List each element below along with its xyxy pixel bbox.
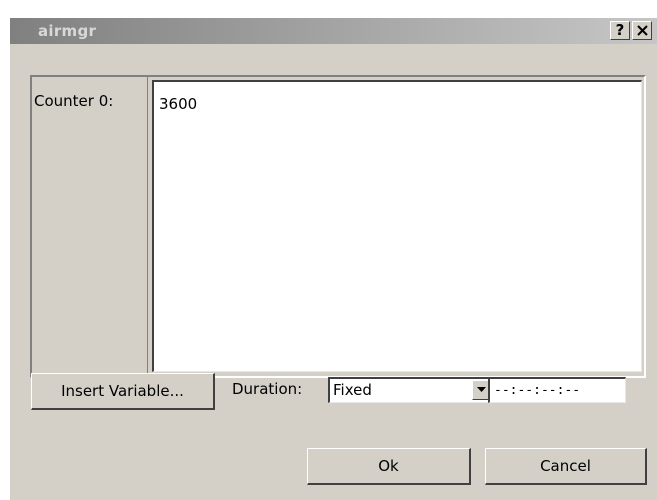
help-button[interactable]: ?: [610, 21, 630, 40]
close-icon: [636, 25, 648, 36]
duration-label: Duration:: [232, 380, 303, 398]
insert-variable-button[interactable]: Insert Variable...: [31, 373, 215, 410]
duration-select-value: Fixed: [333, 381, 372, 399]
duration-select[interactable]: Fixed: [328, 377, 493, 403]
counter-divider: [147, 77, 148, 376]
chevron-down-icon: [477, 387, 486, 392]
title-bar[interactable]: airmgr ?: [10, 18, 657, 44]
cancel-button[interactable]: Cancel: [485, 448, 647, 485]
time-input[interactable]: --:--:--:--: [488, 377, 626, 403]
dialog-window: airmgr ? Counter 0: 3600 Insert Variable…: [10, 18, 657, 500]
window-title: airmgr: [38, 22, 97, 40]
ok-button[interactable]: Ok: [307, 448, 471, 485]
counter-label: Counter 0:: [34, 92, 114, 110]
counter-group: Counter 0: 3600: [30, 75, 646, 378]
close-button[interactable]: [632, 21, 652, 40]
counter-value-input[interactable]: 3600: [152, 80, 642, 372]
